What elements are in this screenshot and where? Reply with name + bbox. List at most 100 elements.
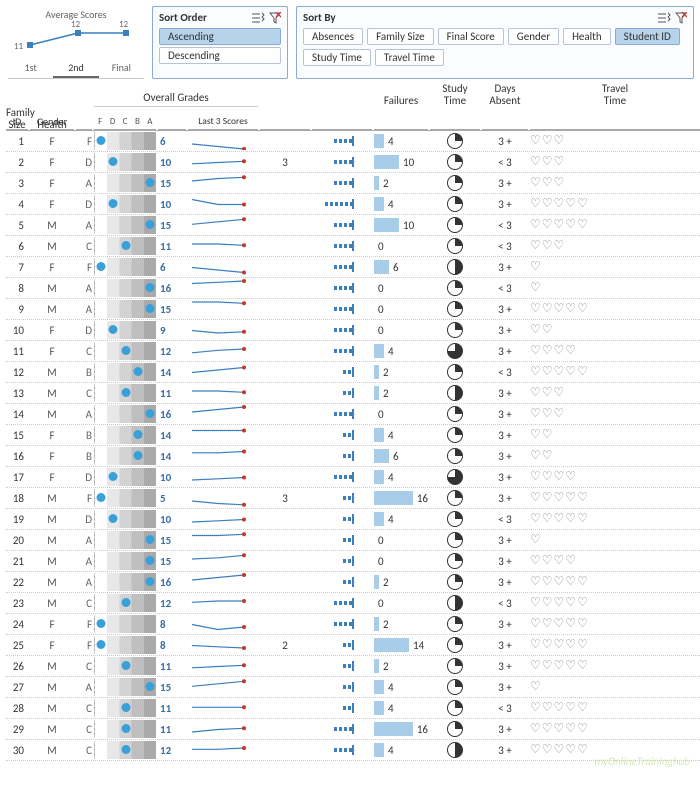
table-row[interactable]: 27MA1543 +♡ bbox=[6, 677, 700, 698]
multiselect-icon[interactable] bbox=[251, 12, 265, 24]
cell-grade-letter: D bbox=[76, 471, 92, 484]
table-row[interactable]: 23MC120< 3♡♡♡♡♡ bbox=[6, 593, 700, 614]
cell-family-size: 3 + bbox=[482, 450, 528, 463]
cell-days-absent: 0 bbox=[374, 407, 428, 421]
clear-filter-icon[interactable] bbox=[675, 12, 687, 24]
cell-sparkline bbox=[188, 531, 258, 549]
table-row[interactable]: 22MA1623 +♡♡♡♡♡ bbox=[6, 572, 700, 593]
table-row[interactable]: 5MA1510< 3♡♡♡♡♡ bbox=[6, 215, 700, 236]
table-row[interactable]: 21MA1503 +♡♡♡♡ bbox=[6, 551, 700, 572]
cell-health: ♡♡♡♡♡ bbox=[530, 597, 700, 609]
col-id[interactable]: ID bbox=[6, 113, 28, 130]
tab-1st[interactable]: 1st bbox=[8, 59, 53, 78]
cell-travel-time bbox=[430, 406, 480, 422]
cell-health: ♡ bbox=[530, 534, 700, 546]
cell-gender: M bbox=[30, 513, 74, 526]
cell-sparkline bbox=[188, 636, 258, 654]
col-overall: Overall Grades bbox=[94, 91, 258, 107]
table-row[interactable]: 7FF663 +♡ bbox=[6, 257, 700, 278]
sort-by-travel-time[interactable]: Travel Time bbox=[375, 49, 444, 66]
cell-study-time bbox=[312, 681, 372, 693]
sort-by-family-size[interactable]: Family Size bbox=[367, 28, 433, 45]
table-row[interactable]: 11FC1243 +♡♡♡♡ bbox=[6, 341, 700, 362]
table-row[interactable]: 16FB1463 +♡♡ bbox=[6, 446, 700, 467]
table-row[interactable]: 8MA160< 3♡ bbox=[6, 278, 700, 299]
cell-family-size: < 3 bbox=[482, 282, 528, 295]
cell-days-absent: 16 bbox=[374, 491, 428, 505]
tab-final[interactable]: Final bbox=[99, 59, 144, 78]
col-last3[interactable]: Last 3 Scores bbox=[188, 113, 258, 130]
table-row[interactable]: 28MC114< 3♡♡♡♡♡ bbox=[6, 698, 700, 719]
cell-grade-letter: D bbox=[76, 324, 92, 337]
cell-sparkline bbox=[188, 552, 258, 570]
sort-order-ascending[interactable]: Ascending bbox=[159, 28, 281, 45]
cell-score: 5 bbox=[158, 492, 186, 505]
tab-2nd[interactable]: 2nd bbox=[53, 59, 98, 78]
sort-by-student-id[interactable]: Student ID bbox=[615, 28, 680, 45]
table-row[interactable]: 3FA1523 +♡♡♡ bbox=[6, 173, 700, 194]
table-row[interactable]: 29MC11163 +♡♡♡♡♡ bbox=[6, 719, 700, 740]
cell-grade-bar bbox=[94, 258, 156, 276]
avg-scores-chart: 11 12 12 bbox=[8, 23, 144, 53]
cell-score: 6 bbox=[158, 135, 186, 148]
cell-score: 9 bbox=[158, 324, 186, 337]
cell-health: ♡♡♡♡ bbox=[530, 555, 700, 567]
table-row[interactable]: 25FF82143 +♡♡♡♡♡ bbox=[6, 635, 700, 656]
table-row[interactable]: 15FB1443 +♡♡ bbox=[6, 425, 700, 446]
col-gender[interactable]: Gender bbox=[30, 113, 74, 130]
cell-family-size: 3 + bbox=[482, 618, 528, 631]
table-row[interactable]: 17FD1043 +♡♡♡♡ bbox=[6, 467, 700, 488]
cell-gender: M bbox=[30, 555, 74, 568]
table-row[interactable]: 9MA1503 +♡♡♡♡♡ bbox=[6, 299, 700, 320]
table-row[interactable]: 1FF643 +♡♡♡ bbox=[6, 131, 700, 152]
cell-family-size: 3 + bbox=[482, 639, 528, 652]
cell-grade-bar bbox=[94, 678, 156, 696]
cell-study-time bbox=[312, 597, 372, 609]
table-row[interactable]: 12MB142< 3♡♡♡♡♡ bbox=[6, 362, 700, 383]
table-row[interactable]: 6MC110< 3♡♡♡ bbox=[6, 236, 700, 257]
cell-travel-time bbox=[430, 259, 480, 275]
cell-grade-letter: B bbox=[76, 429, 92, 442]
cell-travel-time bbox=[430, 553, 480, 569]
cell-health: ♡♡♡♡♡ bbox=[530, 639, 700, 651]
cell-health: ♡ bbox=[530, 681, 700, 693]
cell-study-time bbox=[312, 492, 372, 504]
cell-grade-bar bbox=[94, 321, 156, 339]
cell-score: 11 bbox=[158, 660, 186, 673]
sort-by-final-score[interactable]: Final Score bbox=[438, 28, 504, 45]
table-row[interactable]: 10FD903 +♡♡ bbox=[6, 320, 700, 341]
cell-id: 4 bbox=[6, 198, 28, 211]
cell-score: 14 bbox=[158, 366, 186, 379]
cell-grade-bar bbox=[94, 342, 156, 360]
cell-grade-bar bbox=[94, 615, 156, 633]
cell-score: 11 bbox=[158, 702, 186, 715]
sort-order-descending[interactable]: Descending bbox=[159, 47, 281, 64]
sort-by-study-time[interactable]: Study Time bbox=[303, 49, 371, 66]
table-row[interactable]: 20MA1503 +♡ bbox=[6, 530, 700, 551]
cell-health: ♡♡♡ bbox=[530, 135, 700, 147]
table-row[interactable]: 24FF823 +♡♡♡♡♡ bbox=[6, 614, 700, 635]
cell-sparkline bbox=[188, 300, 258, 318]
table-row[interactable]: 19MD104< 3♡♡♡♡♡ bbox=[6, 509, 700, 530]
table-row[interactable]: 2FD10310< 3♡♡♡ bbox=[6, 152, 700, 173]
table-row[interactable]: 18MF53163 +♡♡♡♡♡ bbox=[6, 488, 700, 509]
sort-by-absences[interactable]: Absences bbox=[303, 28, 363, 45]
cell-health: ♡♡♡♡♡ bbox=[530, 723, 700, 735]
clear-filter-icon[interactable] bbox=[269, 12, 281, 24]
multiselect-icon[interactable] bbox=[657, 12, 671, 24]
cell-id: 27 bbox=[6, 681, 28, 694]
sort-by-health[interactable]: Health bbox=[563, 28, 611, 45]
avg-tabs: 1st 2nd Final bbox=[8, 59, 144, 79]
cell-score: 12 bbox=[158, 597, 186, 610]
cell-family-size: 3 + bbox=[482, 303, 528, 316]
table-row[interactable]: 26MC1123 +♡♡♡♡♡ bbox=[6, 656, 700, 677]
cell-sparkline bbox=[188, 363, 258, 381]
table-row[interactable]: 4FD1043 +♡♡♡♡♡ bbox=[6, 194, 700, 215]
cell-family-size: 3 + bbox=[482, 576, 528, 589]
cell-sparkline bbox=[188, 699, 258, 717]
table-row[interactable]: 14MA1603 +♡♡♡ bbox=[6, 404, 700, 425]
sort-by-gender[interactable]: Gender bbox=[508, 28, 559, 45]
table-row[interactable]: 13MC1123 +♡♡♡ bbox=[6, 383, 700, 404]
cell-days-absent: 6 bbox=[374, 449, 428, 463]
cell-health: ♡♡♡♡♡ bbox=[530, 219, 700, 231]
